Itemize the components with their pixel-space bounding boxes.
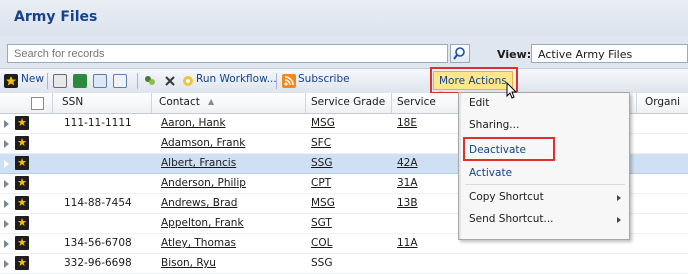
submenu-arrow-icon [617,217,621,223]
contact-link[interactable]: Anderson, Philip [161,177,246,189]
contact-link[interactable]: Aaron, Hank [161,117,226,129]
toolbar-separator [47,73,48,89]
record-star-icon: ★ [15,236,29,250]
service-link[interactable]: 31A [397,177,418,189]
ssn-cell: 114-88-7454 [64,197,132,209]
more-actions-menu: Edit Sharing... Deactivate Activate Copy… [458,92,630,240]
grade-link[interactable]: SFC [311,137,331,149]
page-title: Army Files [14,9,98,25]
column-header-service-grade[interactable]: Service Grade [311,96,385,108]
view-selector[interactable]: Active Army Files [531,44,688,63]
attach-icon[interactable] [93,74,107,88]
expand-icon[interactable] [4,120,9,128]
grade-link[interactable]: CPT [311,177,331,189]
contact-link[interactable]: Bison, Ryu [161,257,216,269]
menu-separator [465,184,625,185]
column-header-organization[interactable]: Organi [645,96,680,108]
record-star-icon: ★ [15,216,29,230]
search-button[interactable] [450,44,470,63]
grade-link[interactable]: MSG [311,117,335,129]
grade-cell: SSG [311,257,333,269]
menu-item-activate[interactable]: Activate [469,167,512,179]
expand-icon[interactable] [4,200,9,208]
ssn-cell: 134-56-6708 [64,237,132,249]
column-divider [52,93,53,113]
contact-link[interactable]: Appelton, Frank [161,217,244,229]
menu-item-sharing[interactable]: Sharing... [469,119,519,131]
grade-link[interactable]: SGT [311,217,332,229]
column-header-service[interactable]: Service [397,96,436,108]
highlight-box [430,67,518,94]
grade-link[interactable]: SSG [311,157,332,169]
search-row: View: Active Army Files [0,36,688,68]
contact-link[interactable]: Adamson, Frank [161,137,245,149]
expand-icon[interactable] [4,260,9,268]
menu-item-copy-shortcut[interactable]: Copy Shortcut [469,191,544,203]
ssn-cell: 332-96-6698 [64,257,132,269]
mouse-cursor-icon [506,82,518,99]
new-button[interactable]: New [21,73,44,89]
service-link[interactable]: 11A [397,237,418,249]
column-divider [391,93,392,113]
sort-ascending-icon: ▲ [208,97,215,106]
expand-icon[interactable] [4,220,9,228]
expand-icon[interactable] [4,180,9,188]
edit-menu-icon[interactable] [113,74,127,88]
expand-icon[interactable] [4,160,9,168]
title-bar: Army Files [0,0,688,37]
assign-icon[interactable] [143,74,157,88]
toolbar-separator [276,73,277,89]
workflow-icon [181,74,195,88]
record-star-icon: ★ [15,116,29,130]
toolbar-separator [137,73,138,89]
select-all-checkbox[interactable] [31,97,44,110]
expand-icon[interactable] [4,240,9,248]
service-link[interactable]: 42A [397,157,418,169]
record-star-icon: ★ [15,156,29,170]
column-header-contact[interactable]: Contact [159,96,200,108]
highlight-box [463,137,555,161]
search-icon [453,47,465,60]
column-divider [636,93,637,113]
table-row[interactable]: ★ 332-96-6698 Bison, Ryu SSG [0,254,688,274]
service-link[interactable]: 13B [397,197,418,209]
column-header-ssn[interactable]: SSN [62,96,83,108]
excel-icon[interactable] [73,74,87,88]
rss-icon [282,74,296,88]
contact-link[interactable]: Albert, Francis [161,157,236,169]
record-star-icon: ★ [15,196,29,210]
ssn-cell: 111-11-1111 [64,117,132,129]
view-label: View: [497,48,532,61]
menu-item-edit[interactable]: Edit [469,97,489,109]
record-star-icon: ★ [15,256,29,270]
column-divider [305,93,306,113]
record-star-icon: ★ [15,176,29,190]
menu-gutter [459,93,461,239]
contact-link[interactable]: Andrews, Brad [161,197,237,209]
contact-link[interactable]: Atley, Thomas [161,237,236,249]
new-icon [4,74,18,88]
column-divider [151,93,152,113]
record-star-icon: ★ [15,136,29,150]
expand-icon[interactable] [4,140,9,148]
subscribe-button[interactable]: Subscribe [298,73,350,89]
toolbar: New Run Workflow... Subscribe [0,68,688,94]
print-icon[interactable] [53,74,67,88]
delete-icon[interactable] [163,74,177,88]
grade-link[interactable]: COL [311,237,332,249]
run-workflow-button[interactable]: Run Workflow... [196,73,277,89]
search-input[interactable] [7,44,448,63]
grade-link[interactable]: MSG [311,197,335,209]
submenu-arrow-icon [617,195,621,201]
menu-item-send-shortcut[interactable]: Send Shortcut... [469,213,554,225]
service-link[interactable]: 18E [397,117,417,129]
